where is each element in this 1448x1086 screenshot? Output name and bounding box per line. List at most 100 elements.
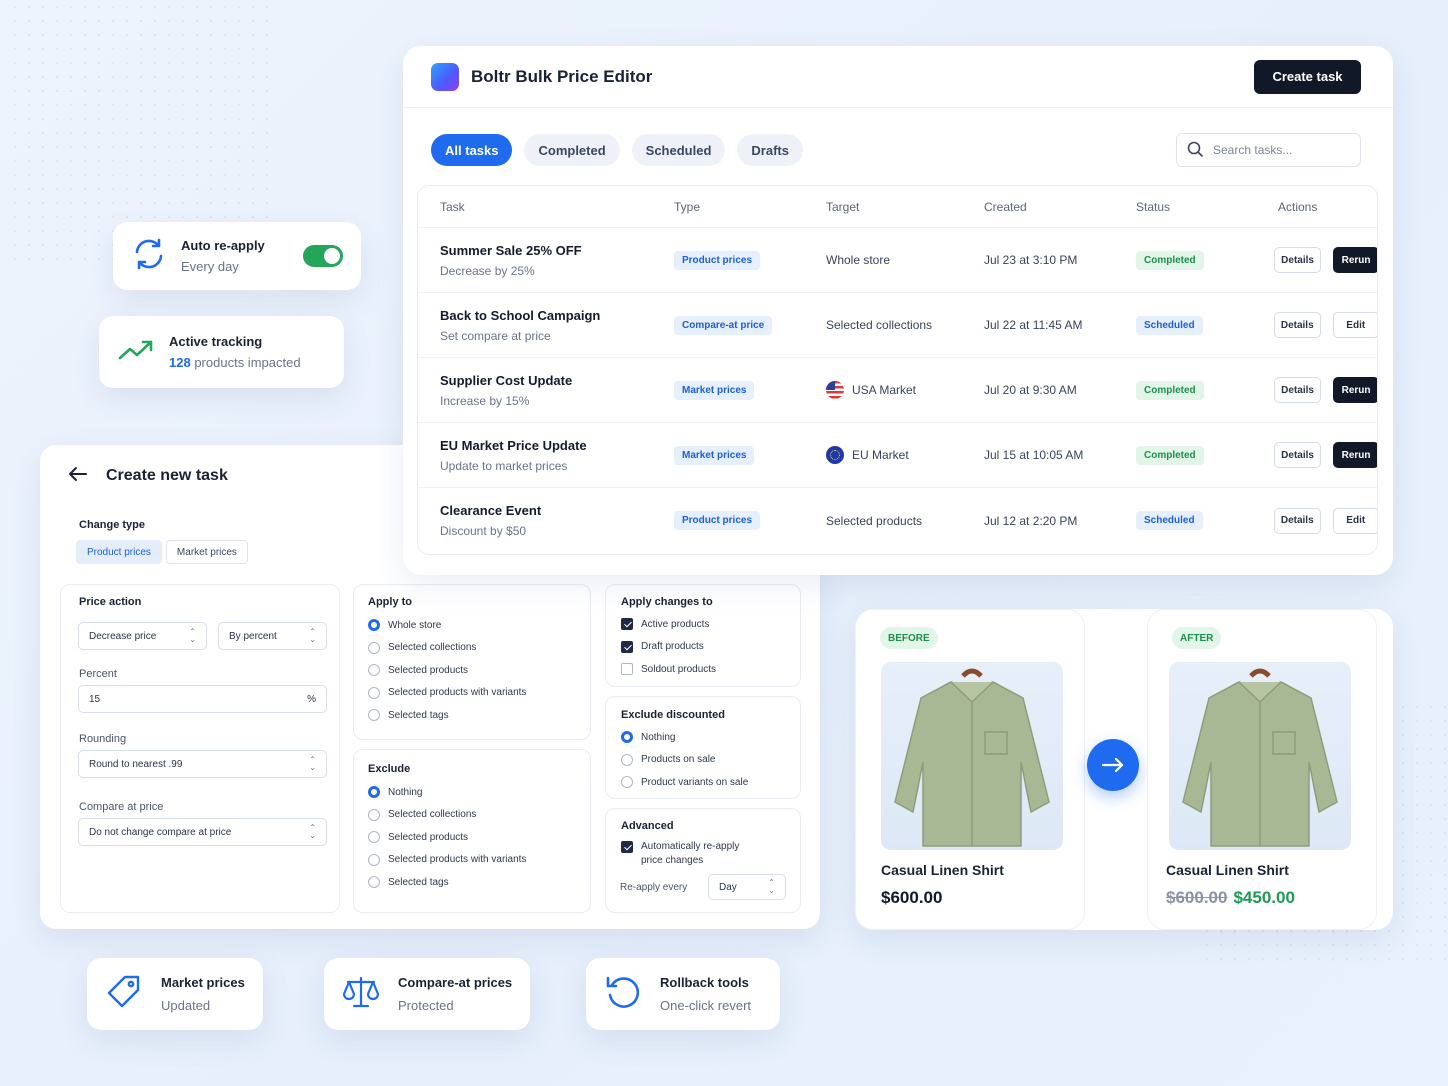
radio[interactable] [621,776,633,789]
updown-icon: ⌃ ⌄ [768,878,775,895]
rerun-button[interactable]: Rerun [1333,442,1377,468]
radio-selected[interactable] [368,619,380,632]
search-icon [1187,141,1203,160]
auto-reapply-subtitle: Every day [181,259,239,274]
before-after-panel: BEFORE Casual Linen Shirt $600.00 AFTER [855,609,1393,930]
before-card: BEFORE Casual Linen Shirt $600.00 [855,609,1085,930]
editor-header: Boltr Bulk Price Editor Create task [403,46,1393,108]
exclude-option[interactable]: Selected tags [368,871,590,894]
feature-subtitle: Updated [161,998,211,1013]
task-name: Summer Sale 25% OFF [440,242,582,258]
task-desc: Decrease by 25% [440,263,535,278]
radio-selected[interactable] [621,731,633,744]
apply-changes-option[interactable]: Active products [621,613,800,636]
feature-title: Compare-at prices [398,975,513,990]
tab-drafts[interactable]: Drafts [737,134,803,166]
radio[interactable] [368,853,380,866]
apply-changes-panel: Apply changes to Active products Draft p… [605,584,801,687]
radio[interactable] [368,808,380,821]
details-button[interactable]: Details [1274,377,1322,403]
option-label: Selected products [388,664,469,676]
apply-to-option[interactable]: Selected collections [368,637,590,660]
tab-completed[interactable]: Completed [524,134,620,166]
radio[interactable] [368,831,380,844]
shirt-image [1169,662,1351,850]
create-task-button[interactable]: Create task [1254,59,1361,94]
edit-button[interactable]: Edit [1332,507,1377,534]
shirt-image [881,662,1063,850]
apply-to-panel: Apply to Whole store Selected collection… [353,584,591,740]
rerun-button[interactable]: Rerun [1333,247,1377,273]
radio[interactable] [368,709,380,722]
apply-to-option[interactable]: Selected tags [368,704,590,727]
radio-selected[interactable] [368,786,380,799]
change-type-product-prices[interactable]: Product prices [76,540,162,564]
checkbox-checked[interactable] [621,841,633,853]
rerun-button[interactable]: Rerun [1333,377,1377,403]
created-date: Jul 20 at 9:30 AM [984,383,1077,397]
details-button[interactable]: Details [1274,312,1321,338]
tracking-title: Active tracking [169,334,263,349]
checkbox[interactable] [621,663,633,676]
us-flag-icon [826,381,844,399]
checkbox-checked[interactable] [621,618,633,631]
radio[interactable] [368,664,380,677]
feature-title: Rollback tools [660,975,749,990]
price-action-value: Decrease price [89,630,157,642]
radio[interactable] [368,686,380,699]
trend-up-icon [117,336,155,369]
tab-scheduled[interactable]: Scheduled [631,134,726,166]
details-button[interactable]: Details [1274,507,1321,534]
back-arrow-icon[interactable] [68,466,88,487]
radio[interactable] [368,876,380,889]
edit-button[interactable]: Edit [1332,312,1377,338]
exclude-discounted-option[interactable]: Products on sale [621,749,800,772]
apply-changes-option[interactable]: Soldout products [621,658,800,681]
option-label: Selected collections [388,642,477,654]
reapply-every-label: Re-apply every [620,882,688,893]
details-button[interactable]: Details [1274,247,1322,273]
header-actions: Actions [1278,199,1318,214]
product-price: $600.00 $450.00 [1166,888,1295,908]
option-label: Selected collections [388,809,477,821]
price-action-select[interactable]: Decrease price ⌃ ⌄ [78,622,207,650]
rounding-select[interactable]: Round to nearest .99 ⌃ ⌄ [78,750,327,778]
apply-to-option[interactable]: Whole store [368,614,590,637]
exclude-discounted-option[interactable]: Nothing [621,726,800,749]
tab-all-tasks[interactable]: All tasks [431,134,513,166]
details-button[interactable]: Details [1274,442,1322,468]
updown-icon: ⌃ ⌄ [309,823,316,840]
apply-changes-option[interactable]: Draft products [621,636,800,659]
filter-tabs: All tasks Completed Scheduled Drafts Sea… [403,108,1393,170]
change-type-options: Product prices Market prices [76,540,252,564]
exclude-option[interactable]: Selected products with variants [368,849,590,872]
auto-reapply-card: Auto re-apply Every day [113,222,361,290]
radio[interactable] [621,753,633,766]
created-date: Jul 22 at 11:45 AM [984,318,1083,332]
search-placeholder: Search tasks... [1213,143,1293,157]
rounding-value: Round to nearest .99 [89,758,183,770]
tasks-table: Task Type Target Created Status Actions … [417,185,1378,555]
auto-reapply-line2: price changes [641,855,704,866]
exclude-discounted-option[interactable]: Product variants on sale [621,771,800,794]
after-card: AFTER Casual Linen Shirt $600.00 $450.00 [1147,609,1377,930]
product-name: Casual Linen Shirt [881,862,1004,878]
exclude-option[interactable]: Selected products [368,826,590,849]
compare-at-select[interactable]: Do not change compare at price ⌃ ⌄ [78,818,327,846]
apply-to-option[interactable]: Selected products with variants [368,682,590,705]
exclude-option[interactable]: Selected collections [368,804,590,827]
search-input[interactable]: Search tasks... [1176,133,1361,167]
radio[interactable] [368,641,380,654]
checkbox-checked[interactable] [621,640,633,653]
reapply-every-select[interactable]: Day ⌃ ⌄ [708,874,786,900]
auto-reapply-toggle[interactable] [303,245,343,267]
exclude-discounted-panel: Exclude discounted Nothing Products on s… [605,696,801,799]
option-label: Selected tags [388,709,449,721]
app-title: Boltr Bulk Price Editor [471,66,653,86]
price-mode-select[interactable]: By percent ⌃ ⌄ [218,622,327,650]
apply-to-option[interactable]: Selected products [368,659,590,682]
percent-input[interactable]: 15% [78,685,327,713]
change-type-market-prices[interactable]: Market prices [165,540,248,564]
exclude-option[interactable]: Nothing [368,781,590,804]
auto-reapply-option[interactable]: Automatically re-apply price changes [621,840,800,868]
